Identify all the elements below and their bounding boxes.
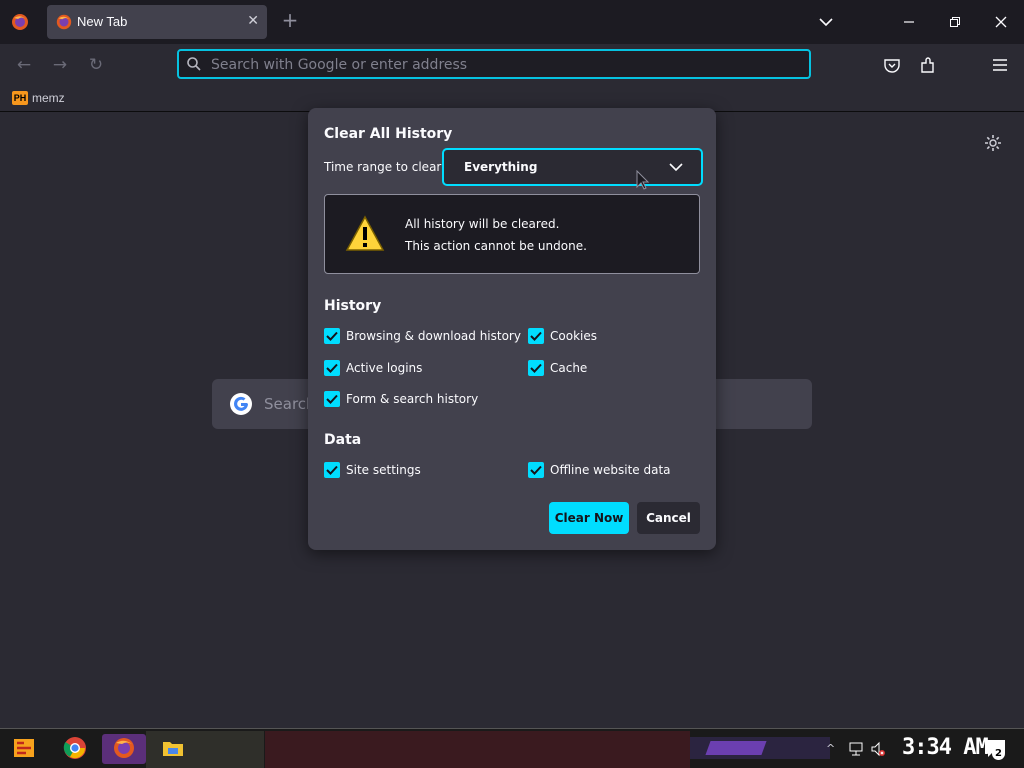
dialog-title: Clear All History xyxy=(324,126,453,142)
show-hidden-icons-icon[interactable]: ^ xyxy=(826,742,842,758)
list-all-tabs-icon[interactable] xyxy=(816,12,836,32)
checkbox-checked-icon xyxy=(324,391,340,407)
history-section-title: History xyxy=(324,298,382,314)
reload-icon[interactable]: ↻ xyxy=(85,54,107,76)
tray-decoration-bar xyxy=(705,741,767,755)
time-range-select[interactable]: Everything xyxy=(442,148,703,186)
network-icon[interactable] xyxy=(848,741,864,757)
bookmark-label: memz xyxy=(32,91,65,105)
minimize-button[interactable] xyxy=(886,0,932,44)
restore-button[interactable] xyxy=(932,0,978,44)
checkbox-label: Cookies xyxy=(550,329,597,343)
volume-muted-icon[interactable] xyxy=(870,741,886,757)
firefox-menu-icon[interactable] xyxy=(10,12,30,32)
checkbox-offline-website-data[interactable]: Offline website data xyxy=(528,462,671,478)
checkbox-checked-icon xyxy=(528,462,544,478)
checkbox-checked-icon xyxy=(324,462,340,478)
time-range-label: Time range to clear: xyxy=(324,160,446,174)
checkbox-label: Form & search history xyxy=(346,392,479,406)
checkbox-site-settings[interactable]: Site settings xyxy=(324,462,421,478)
tab-title: New Tab xyxy=(77,14,128,29)
firefox-tab-icon xyxy=(56,14,72,30)
tab-strip: New Tab ✕ + xyxy=(0,0,1024,44)
search-icon xyxy=(187,57,201,71)
warning-text-line1: All history will be cleared. xyxy=(405,217,560,231)
checkbox-checked-icon xyxy=(528,360,544,376)
restore-icon xyxy=(950,17,960,27)
new-tab-button[interactable]: + xyxy=(280,8,300,32)
clear-now-button[interactable]: Clear Now xyxy=(549,502,629,534)
taskbar: ^ 3:34 AM 2 xyxy=(0,728,1024,768)
checkbox-label: Active logins xyxy=(346,361,423,375)
mouse-cursor-icon xyxy=(636,170,650,190)
checkbox-cache[interactable]: Cache xyxy=(528,360,587,376)
warning-icon xyxy=(345,215,385,251)
checkbox-checked-icon xyxy=(324,360,340,376)
extensions-icon[interactable] xyxy=(918,55,938,75)
checkbox-label: Site settings xyxy=(346,463,421,477)
bookmark-favicon: PH xyxy=(12,91,28,105)
checkbox-active-logins[interactable]: Active logins xyxy=(324,360,422,376)
checkbox-browsing-download-history[interactable]: Browsing & download history xyxy=(324,328,521,344)
checkbox-checked-icon xyxy=(324,328,340,344)
checkbox-cookies[interactable]: Cookies xyxy=(528,328,597,344)
chrome-icon[interactable] xyxy=(63,736,87,760)
bookmark-memz[interactable]: PH memz xyxy=(12,91,65,105)
warning-box: All history will be cleared. This action… xyxy=(324,194,700,274)
forward-arrow-icon[interactable]: → xyxy=(49,54,71,76)
taskbar-clock[interactable]: 3:34 AM xyxy=(902,735,989,760)
minimize-icon xyxy=(904,21,914,23)
back-arrow-icon[interactable]: ← xyxy=(13,54,35,76)
close-window-button[interactable] xyxy=(978,0,1024,44)
file-explorer-icon[interactable] xyxy=(161,736,185,760)
notification-count-badge: 2 xyxy=(992,747,1005,760)
checkbox-checked-icon xyxy=(528,328,544,344)
firefox-taskbar-icon[interactable] xyxy=(112,736,136,760)
time-range-value: Everything xyxy=(464,160,538,174)
url-bar-placeholder: Search with Google or enter address xyxy=(211,57,468,73)
navigation-toolbar: ← → ↻ Search with Google or enter addres… xyxy=(0,44,1024,86)
gear-icon[interactable] xyxy=(984,134,1002,152)
tab-new-tab[interactable]: New Tab ✕ xyxy=(47,5,267,39)
checkbox-form-search-history[interactable]: Form & search history xyxy=(324,391,478,407)
checkbox-label: Browsing & download history xyxy=(346,329,521,343)
checkbox-label: Cache xyxy=(550,361,588,375)
taskbar-running-area xyxy=(265,731,690,768)
tab-close-icon[interactable]: ✕ xyxy=(247,13,259,29)
hamburger-menu-icon[interactable] xyxy=(990,55,1010,75)
data-section-title: Data xyxy=(324,432,362,448)
cancel-button[interactable]: Cancel xyxy=(637,502,700,534)
warning-text-line2: This action cannot be undone. xyxy=(405,239,587,253)
start-button-icon[interactable] xyxy=(12,736,36,760)
google-icon xyxy=(230,393,252,415)
clear-history-dialog: Clear All History Time range to clear: E… xyxy=(308,108,716,550)
url-bar[interactable]: Search with Google or enter address xyxy=(177,49,811,79)
close-icon xyxy=(995,16,1007,28)
checkbox-label: Offline website data xyxy=(550,463,671,477)
chevron-down-icon xyxy=(669,163,683,172)
pocket-icon[interactable] xyxy=(882,55,902,75)
